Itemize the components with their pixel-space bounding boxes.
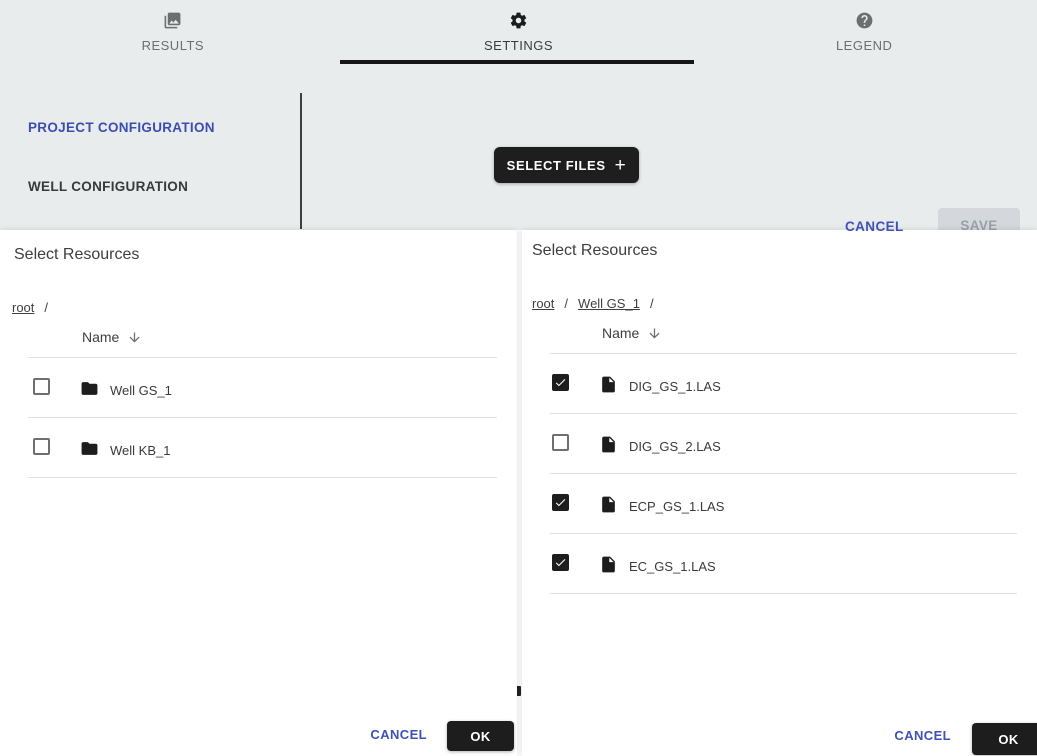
- row-checkbox[interactable]: [552, 434, 569, 451]
- tab-label: RESULTS: [142, 38, 205, 53]
- row-label: Well KB_1: [110, 443, 170, 458]
- folder-icon: [80, 379, 99, 398]
- active-tab-indicator: [340, 60, 694, 64]
- select-resources-dialog-folders: Select Resources root / Name Well GS_1: [0, 230, 517, 756]
- file-icon: [599, 495, 618, 514]
- dialog-title: Select Resources: [532, 242, 657, 260]
- breadcrumb-separator: /: [564, 296, 568, 311]
- dialog-ok-button[interactable]: OK: [447, 721, 514, 751]
- row-checkbox[interactable]: [33, 438, 50, 455]
- breadcrumb: root / Well GS_1 /: [532, 296, 654, 311]
- select-files-button[interactable]: SELECT FILES +: [494, 147, 639, 183]
- nav-item-well-configuration[interactable]: WELL CONFIGURATION: [28, 179, 188, 194]
- name-header-label: Name: [82, 329, 119, 345]
- dialog-title: Select Resources: [14, 246, 139, 264]
- table-row[interactable]: EC_GS_1.LAS: [522, 534, 1037, 594]
- breadcrumb-root-link[interactable]: root: [532, 296, 554, 311]
- resource-list: DIG_GS_1.LAS DIG_GS_2.LAS ECP_GS_1.LAS: [522, 354, 1037, 594]
- select-resources-dialog-files: Select Resources root / Well GS_1 / Name…: [522, 230, 1037, 756]
- row-label: DIG_GS_2.LAS: [629, 439, 721, 454]
- row-checkbox[interactable]: [552, 554, 569, 571]
- plus-icon: +: [615, 156, 627, 175]
- settings-panel: RESULTS SETTINGS LEGEND PROJECT CONFIGUR…: [0, 0, 1037, 230]
- tab-legend[interactable]: LEGEND: [691, 0, 1037, 64]
- tab-bar: RESULTS SETTINGS LEGEND: [0, 0, 1037, 64]
- breadcrumb-root-link[interactable]: root: [12, 300, 34, 315]
- name-column-header[interactable]: Name: [82, 329, 142, 345]
- arrow-down-icon: [647, 326, 662, 341]
- row-label: Well GS_1: [110, 383, 172, 398]
- name-header-label: Name: [602, 325, 639, 341]
- photo-library-icon: [163, 11, 182, 30]
- tab-settings[interactable]: SETTINGS: [346, 0, 692, 64]
- resource-list: Well GS_1 Well KB_1: [0, 358, 517, 478]
- nav-item-project-configuration[interactable]: PROJECT CONFIGURATION: [28, 120, 215, 135]
- breadcrumb-separator: /: [44, 300, 48, 315]
- row-divider: [550, 593, 1017, 594]
- folder-icon: [80, 439, 99, 458]
- tab-results[interactable]: RESULTS: [0, 0, 346, 64]
- dialog-cancel-button[interactable]: CANCEL: [370, 727, 427, 742]
- breadcrumb: root /: [12, 300, 48, 315]
- select-files-label: SELECT FILES: [507, 158, 606, 173]
- row-label: DIG_GS_1.LAS: [629, 379, 721, 394]
- arrow-down-icon: [127, 330, 142, 345]
- help-circle-icon: [855, 11, 874, 30]
- vertical-divider: [300, 93, 302, 229]
- file-icon: [599, 435, 618, 454]
- table-row[interactable]: Well KB_1: [0, 418, 517, 478]
- file-icon: [599, 375, 618, 394]
- cancel-button[interactable]: CANCEL: [845, 219, 904, 234]
- row-checkbox[interactable]: [552, 374, 569, 391]
- tab-label: LEGEND: [836, 38, 892, 53]
- row-label: ECP_GS_1.LAS: [629, 499, 724, 514]
- dialog-ok-button[interactable]: OK: [972, 723, 1037, 755]
- row-checkbox[interactable]: [552, 494, 569, 511]
- dialog-cancel-button[interactable]: CANCEL: [894, 728, 951, 743]
- breadcrumb-well-gs-1-link[interactable]: Well GS_1: [578, 296, 640, 311]
- name-column-header[interactable]: Name: [602, 325, 662, 341]
- tab-label: SETTINGS: [484, 38, 553, 53]
- table-row[interactable]: ECP_GS_1.LAS: [522, 474, 1037, 534]
- row-checkbox[interactable]: [33, 378, 50, 395]
- row-divider: [28, 477, 497, 478]
- table-row[interactable]: DIG_GS_1.LAS: [522, 354, 1037, 414]
- table-row[interactable]: Well GS_1: [0, 358, 517, 418]
- gear-icon: [509, 11, 528, 30]
- breadcrumb-separator: /: [650, 296, 654, 311]
- row-label: EC_GS_1.LAS: [629, 559, 716, 574]
- table-row[interactable]: DIG_GS_2.LAS: [522, 414, 1037, 474]
- file-icon: [599, 555, 618, 574]
